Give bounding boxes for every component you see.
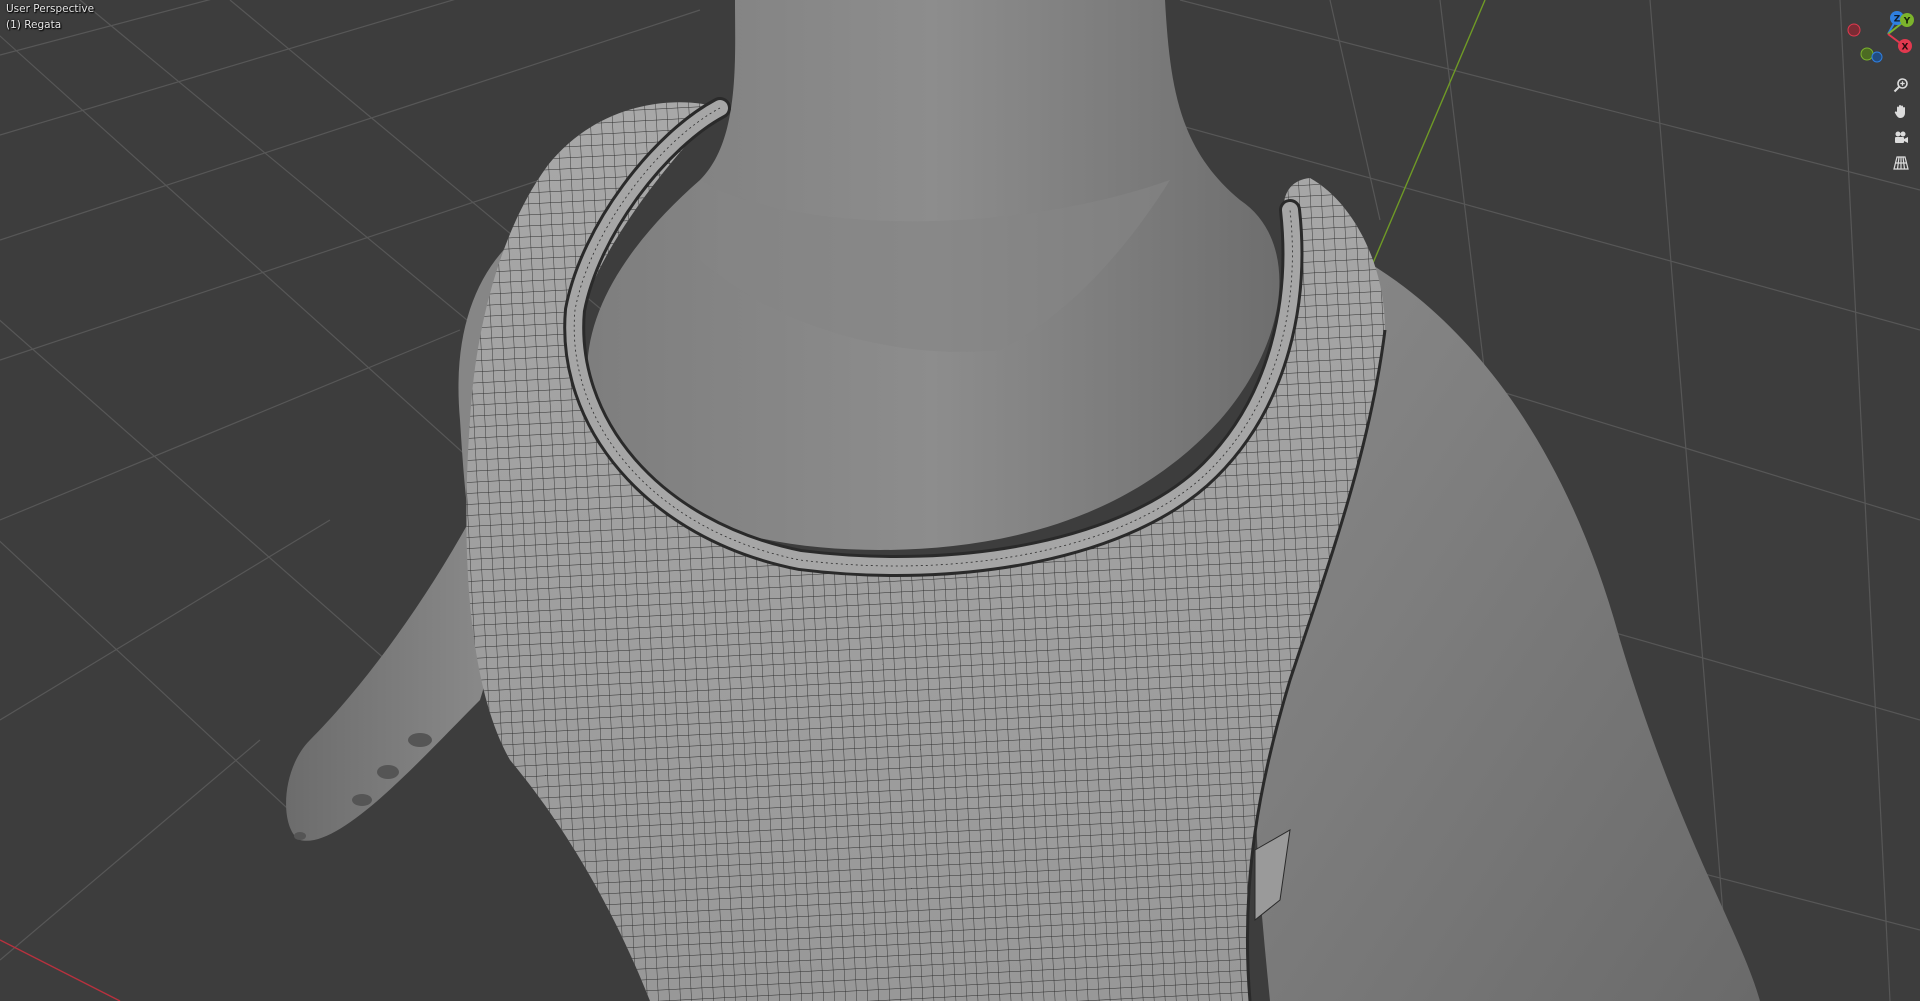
magnifier-plus-icon xyxy=(1893,78,1908,93)
x-axis-line xyxy=(0,939,121,1001)
neg-x-axis-handle xyxy=(1847,23,1861,37)
y-axis-handle: Y xyxy=(1900,13,1914,27)
svg-text:X: X xyxy=(1902,43,1909,53)
viewport-scene xyxy=(0,0,1920,1001)
neg-y-axis-handle xyxy=(1860,47,1874,61)
svg-text:Z: Z xyxy=(1894,15,1901,25)
active-object-label: (1) Regata xyxy=(6,19,62,31)
pan-view-button[interactable] xyxy=(1888,99,1914,123)
zoom-view-button[interactable] xyxy=(1888,73,1914,97)
camera-icon xyxy=(1895,131,1908,143)
camera-view-button[interactable] xyxy=(1888,125,1914,149)
hand-icon xyxy=(1894,105,1905,118)
3d-viewport[interactable]: User Perspective (1) Regata Z Y X xyxy=(0,0,1920,1001)
toggle-perspective-button[interactable] xyxy=(1888,151,1914,175)
navigation-gizmo[interactable]: Z Y X xyxy=(1838,6,1920,66)
left-arm xyxy=(286,520,491,841)
neg-z-axis-handle xyxy=(1871,51,1883,63)
view-perspective-label: User Perspective xyxy=(6,3,95,15)
x-axis-handle: X xyxy=(1898,39,1912,53)
grid-perspective-icon xyxy=(1893,156,1909,170)
svg-text:Y: Y xyxy=(1903,17,1911,27)
